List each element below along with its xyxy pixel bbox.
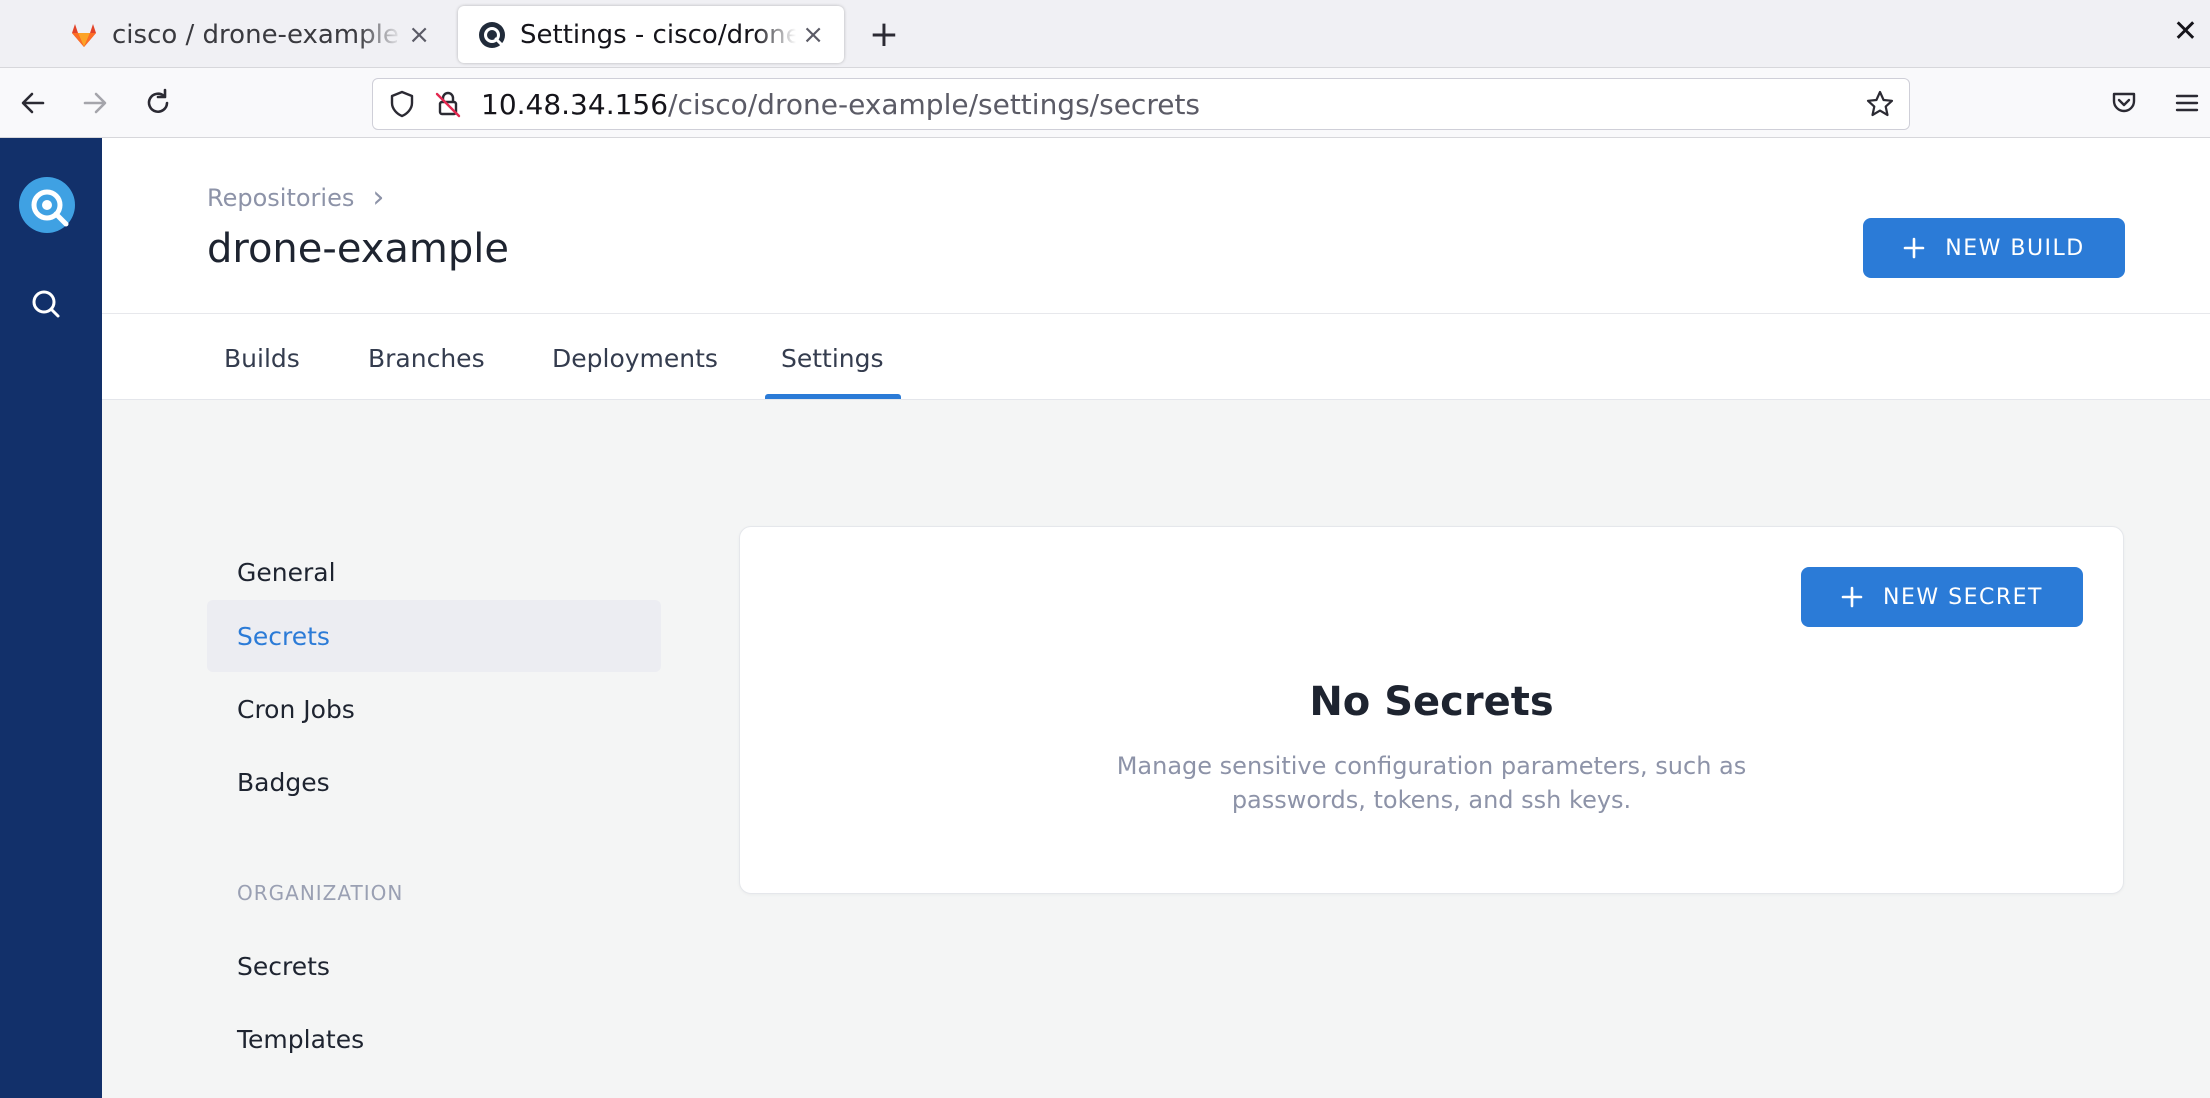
- window-close-icon[interactable]: ✕: [2173, 14, 2198, 49]
- settings-nav-secrets[interactable]: Secrets: [207, 600, 661, 672]
- settings-nav-cron-jobs[interactable]: Cron Jobs: [207, 673, 661, 745]
- settings-nav-general[interactable]: General: [207, 536, 661, 608]
- new-tab-button[interactable]: +: [862, 12, 906, 56]
- search-icon[interactable]: [30, 288, 62, 320]
- tab-close-icon[interactable]: ×: [802, 20, 824, 50]
- browser-nav-bar: 10.48.34.156/cisco/drone-example/setting…: [0, 68, 2210, 138]
- plus-icon: [1903, 237, 1925, 259]
- hamburger-menu-icon: [2175, 94, 2199, 112]
- browser-tab-title: cisco / drone-example · GitLab: [112, 19, 402, 50]
- shield-icon[interactable]: [387, 89, 417, 119]
- browser-tab-title: Settings - cisco/drone-example: [520, 19, 797, 50]
- url-text: 10.48.34.156/cisco/drone-example/setting…: [481, 88, 1200, 121]
- browser-tab-settings[interactable]: Settings - cisco/drone-example ×: [458, 6, 844, 63]
- repo-header: Repositories › drone-example NEW BUILD: [102, 138, 2210, 314]
- tab-branches[interactable]: Branches: [368, 344, 485, 373]
- plus-icon: [1841, 586, 1863, 608]
- app-sidebar: [0, 138, 102, 1098]
- new-build-label: NEW BUILD: [1945, 235, 2085, 261]
- active-tab-indicator: [765, 394, 901, 399]
- tab-close-icon[interactable]: ×: [408, 20, 430, 50]
- insecure-lock-icon[interactable]: [433, 89, 463, 119]
- settings-nav-badges[interactable]: Badges: [207, 746, 661, 818]
- new-secret-button[interactable]: NEW SECRET: [1801, 567, 2083, 627]
- chevron-right-icon: ›: [372, 180, 385, 215]
- reload-icon: [147, 88, 169, 113]
- browser-tab-gitlab[interactable]: cisco / drone-example · GitLab ×: [50, 6, 450, 63]
- address-bar[interactable]: 10.48.34.156/cisco/drone-example/setting…: [372, 78, 1910, 130]
- drone-logo-icon[interactable]: [18, 176, 76, 234]
- reload-button[interactable]: [137, 82, 179, 124]
- settings-nav-org-templates[interactable]: Templates: [207, 1003, 661, 1075]
- forward-button[interactable]: [74, 82, 116, 124]
- tab-deployments[interactable]: Deployments: [552, 344, 718, 373]
- tab-builds[interactable]: Builds: [224, 344, 300, 373]
- url-path: /cisco/drone-example/settings/secrets: [668, 87, 1201, 121]
- breadcrumb: Repositories ›: [207, 180, 384, 215]
- breadcrumb-repositories-link[interactable]: Repositories: [207, 184, 354, 212]
- settings-nav-org-secrets[interactable]: Secrets: [207, 930, 661, 1002]
- arrow-right-icon: [83, 92, 107, 114]
- arrow-left-icon: [21, 92, 45, 114]
- tab-settings[interactable]: Settings: [781, 344, 884, 373]
- drone-icon: [479, 21, 505, 48]
- pocket-button[interactable]: [2103, 82, 2145, 124]
- back-button[interactable]: [12, 82, 54, 124]
- gitlab-icon: [72, 23, 96, 47]
- new-secret-label: NEW SECRET: [1883, 584, 2043, 610]
- pocket-icon: [2112, 92, 2136, 113]
- app-menu-button[interactable]: [2166, 82, 2208, 124]
- new-build-button[interactable]: NEW BUILD: [1863, 218, 2125, 278]
- empty-state-title: No Secrets: [1309, 679, 1554, 725]
- empty-state-description: Manage sensitive configuration parameter…: [1116, 752, 1747, 814]
- bookmark-star-icon[interactable]: [1865, 89, 1895, 119]
- organization-heading: ORGANIZATION: [237, 881, 404, 905]
- browser-tab-bar: cisco / drone-example · GitLab × Setting…: [0, 0, 2210, 68]
- url-host: 10.48.34.156: [481, 87, 669, 121]
- repo-tabs: Builds Branches Deployments Settings: [102, 314, 2210, 400]
- secrets-panel: NEW SECRET No Secrets Manage sensitive c…: [739, 526, 2124, 894]
- page-title: drone-example: [207, 226, 509, 272]
